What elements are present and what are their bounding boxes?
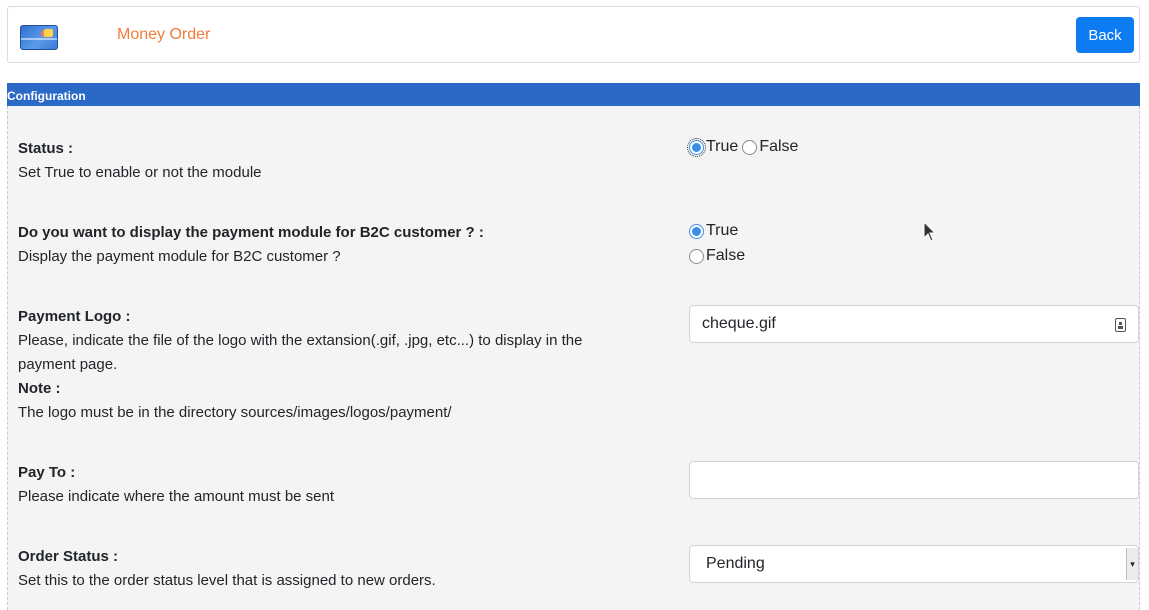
payment-logo-label: Payment Logo :: [18, 308, 131, 325]
payment-logo-description-2: payment page.: [18, 356, 118, 373]
configuration-header: Configuration: [7, 83, 1140, 106]
chevron-down-icon[interactable]: ▾: [1126, 548, 1138, 580]
status-false-radio[interactable]: [742, 139, 758, 155]
pay-to-description: Please indicate where the amount must be…: [18, 488, 335, 505]
module-title: Money Order: [117, 26, 211, 43]
status-label-block: Status : Set True to enable or not the m…: [18, 137, 262, 185]
credit-card-icon: [20, 25, 58, 50]
status-true-radio[interactable]: [687, 137, 706, 157]
order-status-label: Order Status :: [18, 548, 119, 565]
payment-logo-label-block: Payment Logo : Please, indicate the file…: [18, 305, 583, 425]
b2c-false-radio[interactable]: [689, 248, 704, 264]
status-description: Set True to enable or not the module: [18, 164, 262, 181]
status-true-label[interactable]: True: [706, 138, 738, 156]
status-label: Status :: [18, 140, 74, 157]
pay-to-label: Pay To :: [18, 464, 76, 481]
b2c-true-option: True: [689, 222, 738, 240]
back-button[interactable]: Back: [1076, 17, 1134, 53]
module-header: Money Order Back: [7, 6, 1140, 63]
order-status-selected: Pending: [706, 555, 765, 572]
payment-logo-value: cheque.gif: [702, 315, 776, 332]
b2c-label-block: Do you want to display the payment modul…: [18, 221, 484, 269]
b2c-label: Do you want to display the payment modul…: [18, 224, 484, 241]
b2c-false-option: False: [689, 247, 745, 265]
b2c-description: Display the payment module for B2C custo…: [18, 248, 341, 265]
b2c-true-radio[interactable]: [689, 223, 704, 239]
payment-logo-description-1: Please, indicate the file of the logo wi…: [18, 332, 583, 349]
payment-logo-note-text: The logo must be in the directory source…: [18, 404, 452, 421]
b2c-false-label[interactable]: False: [706, 247, 745, 265]
pay-to-label-block: Pay To : Please indicate where the amoun…: [18, 461, 334, 509]
mouse-cursor-icon: [923, 221, 937, 242]
status-radio-group: True False: [687, 137, 798, 157]
file-picker-icon[interactable]: [1115, 318, 1126, 332]
order-status-description: Set this to the order status level that …: [18, 572, 436, 589]
status-false-label[interactable]: False: [759, 138, 798, 156]
payment-logo-note-label: Note :: [18, 380, 61, 397]
order-status-select[interactable]: Pending ▾: [689, 545, 1139, 583]
payment-logo-input[interactable]: cheque.gif: [689, 305, 1139, 343]
b2c-true-label[interactable]: True: [706, 222, 738, 240]
order-status-label-block: Order Status : Set this to the order sta…: [18, 545, 436, 593]
pay-to-input[interactable]: [689, 461, 1139, 499]
